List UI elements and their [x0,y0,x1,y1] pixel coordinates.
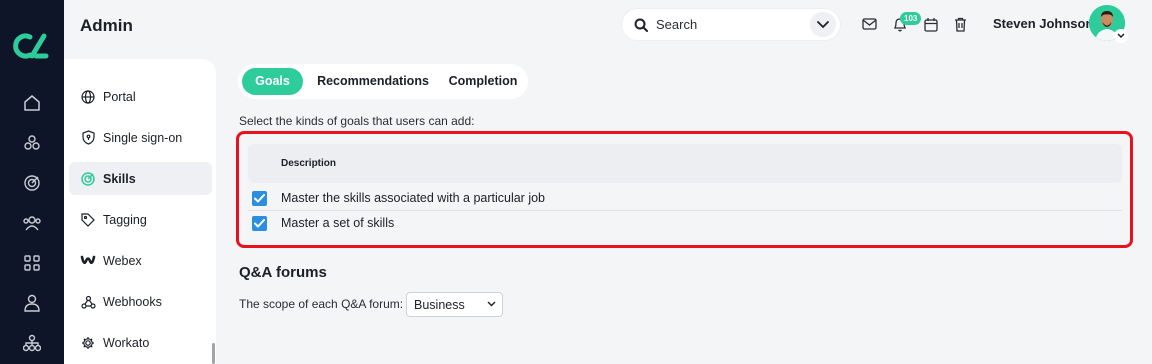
goal-checkbox[interactable] [252,191,267,206]
tab-bar: Goals Recommendations Completion [238,64,528,99]
menu-item-label: Webhooks [103,294,162,309]
trash-icon[interactable] [951,15,969,33]
chevron-down-icon [487,301,496,307]
chevron-down-icon [817,20,829,28]
tab-completion[interactable]: Completion [442,68,524,95]
menu-item-label: Portal [103,89,136,104]
search-input[interactable] [656,17,796,32]
org-chart-icon[interactable] [20,331,44,355]
qa-section-title: Q&A forums [239,264,327,281]
qa-scope-value: Business [414,297,465,312]
menu-item-portal[interactable]: Portal [69,80,212,113]
menu-item-single-sign-on[interactable]: Single sign-on [69,121,212,154]
menu-item-label: Skills [103,171,136,186]
webhooks-icon [80,294,96,310]
tag-icon [80,212,96,228]
target-icon[interactable] [20,171,44,195]
menu-item-skills[interactable]: Skills [69,162,212,195]
calendar-icon[interactable] [922,15,940,33]
shield-icon [80,130,96,146]
goal-row-label: Master the skills associated with a part… [281,191,546,205]
cubes-icon[interactable] [20,131,44,155]
apps-icon[interactable] [20,251,44,275]
skills-target-icon [80,171,96,187]
page-title: Admin [80,16,133,35]
user-icon[interactable] [20,291,44,315]
gear-icon [80,335,96,351]
webex-icon [80,253,96,269]
menu-item-label: Tagging [103,212,147,227]
mail-icon[interactable] [860,15,878,33]
tab-recommendations[interactable]: Recommendations [308,68,438,95]
user-name[interactable]: Steven Johnson [993,16,1093,31]
settings-menu: Portal Single sign-on Skills Tagging Web… [64,59,216,364]
logo[interactable] [10,30,54,62]
goals-instruction: Select the kinds of goals that users can… [239,114,475,128]
goal-row-label: Master a set of skills [281,216,395,230]
menu-item-label: Single sign-on [103,130,183,145]
menu-item-workato[interactable]: Workato [69,326,212,359]
row-divider [248,210,1122,211]
menu-item-label: Webex [103,253,142,268]
notification-badge: 103 [900,12,922,25]
search-bar[interactable] [622,9,840,40]
menu-item-webex[interactable]: Webex [69,244,212,277]
menu-item-label: Workato [103,335,150,350]
globe-icon [80,89,96,105]
nav-rail [0,0,64,364]
tab-goals[interactable]: Goals [242,68,303,95]
home-icon[interactable] [20,91,44,115]
menu-item-tagging[interactable]: Tagging [69,203,212,236]
table-header: Description [248,144,1122,183]
people-icon[interactable] [20,211,44,235]
search-scope-dropdown[interactable] [810,12,836,37]
search-icon [634,18,648,32]
qa-scope-select[interactable]: Business [406,292,503,317]
menu-item-webhooks[interactable]: Webhooks [69,285,212,318]
checkmark-icon [254,219,265,228]
column-header-description: Description [281,158,337,169]
checkmark-icon [254,194,265,203]
goal-checkbox[interactable] [252,216,267,231]
user-menu-chevron[interactable] [1114,29,1128,43]
qa-scope-label: The scope of each Q&A forum: [239,297,404,311]
chevron-down-icon [1117,33,1125,39]
menu-scrollbar[interactable] [212,343,215,364]
